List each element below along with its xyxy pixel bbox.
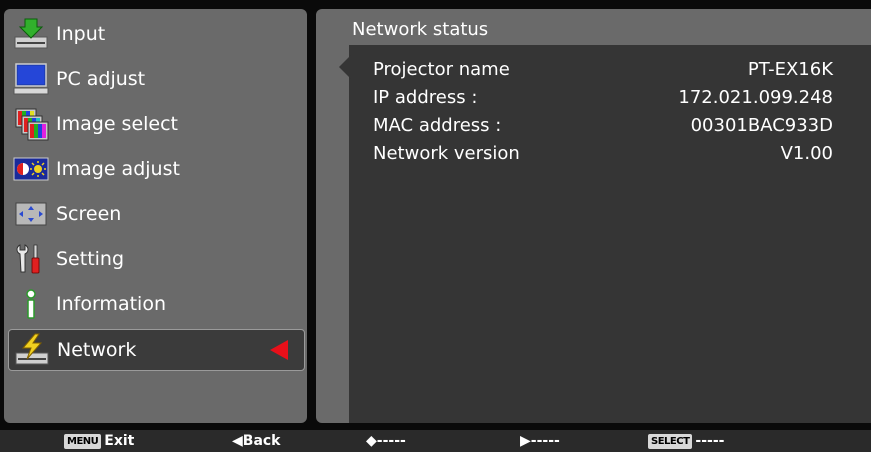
network-row-ip-address: IP address : 172.021.099.248 — [373, 87, 833, 111]
row-label: Network version — [373, 143, 520, 164]
input-icon — [12, 17, 50, 51]
image-adjust-icon — [12, 152, 50, 186]
network-row-network-version: Network version V1.00 — [373, 143, 833, 167]
right-hint: ▶----- — [520, 433, 560, 449]
row-label: IP address : — [373, 87, 478, 108]
menu-item-label: PC adjust — [56, 68, 146, 90]
row-label: MAC address : — [373, 115, 502, 136]
setting-icon — [12, 242, 50, 276]
select-key-badge: SELECT — [648, 433, 693, 449]
exit-label: Exit — [104, 433, 135, 449]
menu-item-label: Input — [56, 23, 106, 45]
menu-item-setting[interactable]: Setting — [8, 237, 305, 281]
key-guide-bar: MENU Exit ◀Back ◆----- ▶----- SELECT ---… — [0, 430, 871, 452]
updown-label: ◆----- — [366, 433, 406, 449]
menu-item-label: Setting — [56, 248, 125, 270]
menu-item-screen[interactable]: Screen — [8, 192, 305, 236]
menu-item-information[interactable]: Information — [8, 282, 305, 326]
panel-pointer — [339, 55, 351, 79]
menu-key-badge: MENU — [64, 433, 102, 449]
image-select-icon — [12, 107, 50, 141]
menu-item-label: Network — [57, 339, 137, 361]
selection-arrow-icon — [270, 340, 288, 360]
network-icon — [13, 333, 51, 367]
exit-hint: MENU Exit — [64, 433, 134, 449]
row-value: 172.021.099.248 — [678, 87, 833, 108]
menu-item-image-select[interactable]: Image select — [8, 102, 305, 146]
screen-icon — [12, 197, 50, 231]
network-row-mac-address: MAC address : 00301BAC933D — [373, 115, 833, 139]
select-label: ----- — [695, 433, 725, 449]
panel-title: Network status — [352, 19, 489, 40]
network-row-projector-name: Projector name PT-EX16K — [373, 59, 833, 83]
updown-hint: ◆----- — [366, 433, 406, 449]
menu-item-label: Screen — [56, 203, 122, 225]
row-label: Projector name — [373, 59, 510, 80]
back-hint: ◀Back — [232, 433, 281, 449]
select-hint: SELECT ----- — [648, 433, 724, 449]
pc-adjust-icon — [12, 62, 50, 96]
menu-item-input[interactable]: Input — [8, 12, 305, 56]
menu-item-pc-adjust[interactable]: PC adjust — [8, 57, 305, 101]
menu-item-network[interactable]: Network — [8, 329, 305, 371]
main-menu-panel: Input PC adjust Image select Image adjus… — [4, 9, 307, 423]
information-icon — [12, 287, 50, 321]
menu-item-label: Image adjust — [56, 158, 180, 180]
row-value: V1.00 — [780, 143, 833, 164]
row-value: PT-EX16K — [747, 59, 833, 80]
back-label: ◀Back — [232, 433, 281, 449]
menu-item-label: Image select — [56, 113, 178, 135]
row-value: 00301BAC933D — [690, 115, 833, 136]
menu-item-label: Information — [56, 293, 166, 315]
right-label: ▶----- — [520, 433, 560, 449]
menu-item-image-adjust[interactable]: Image adjust — [8, 147, 305, 191]
